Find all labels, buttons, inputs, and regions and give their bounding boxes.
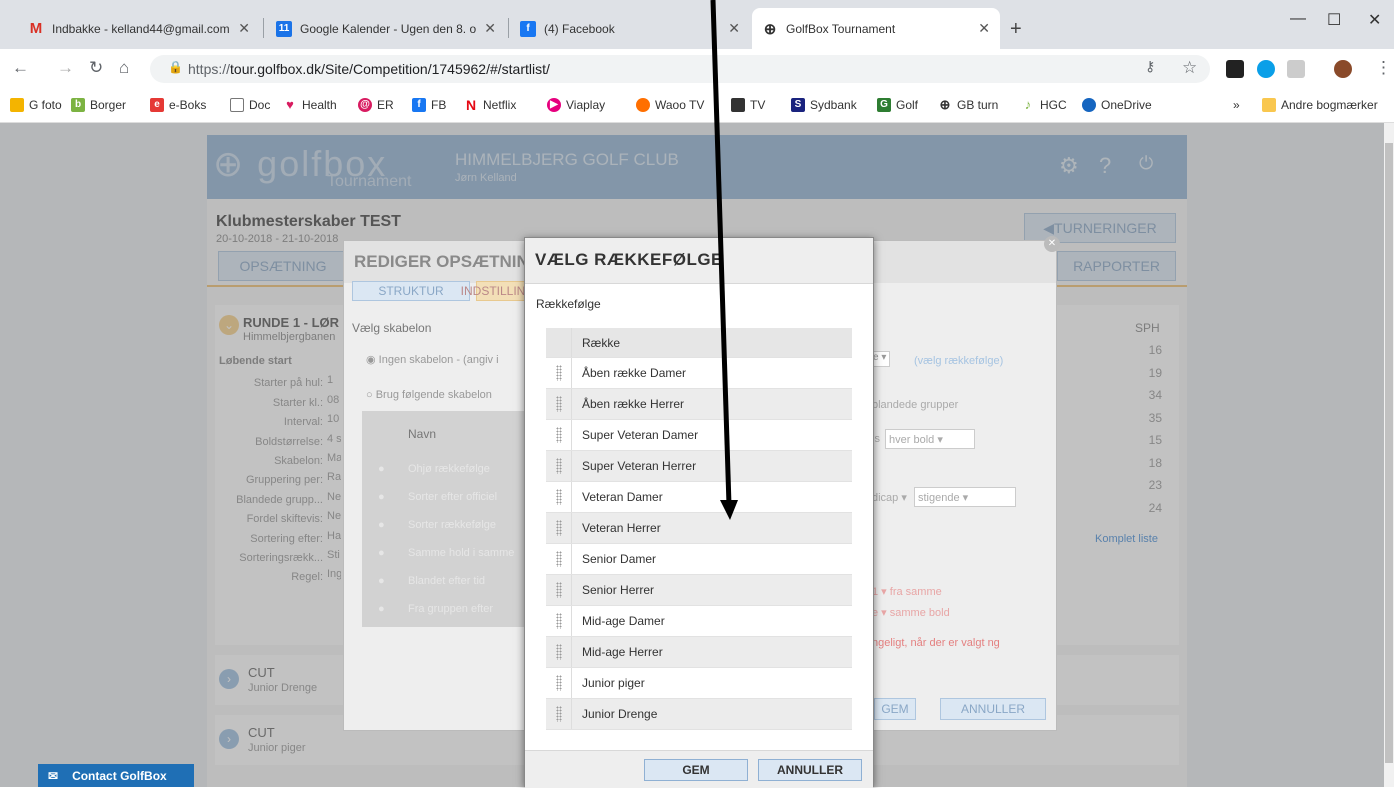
scrollbar[interactable]	[1384, 123, 1394, 787]
scrollbar-thumb[interactable]	[1385, 143, 1393, 763]
annotation-arrow	[710, 0, 738, 520]
